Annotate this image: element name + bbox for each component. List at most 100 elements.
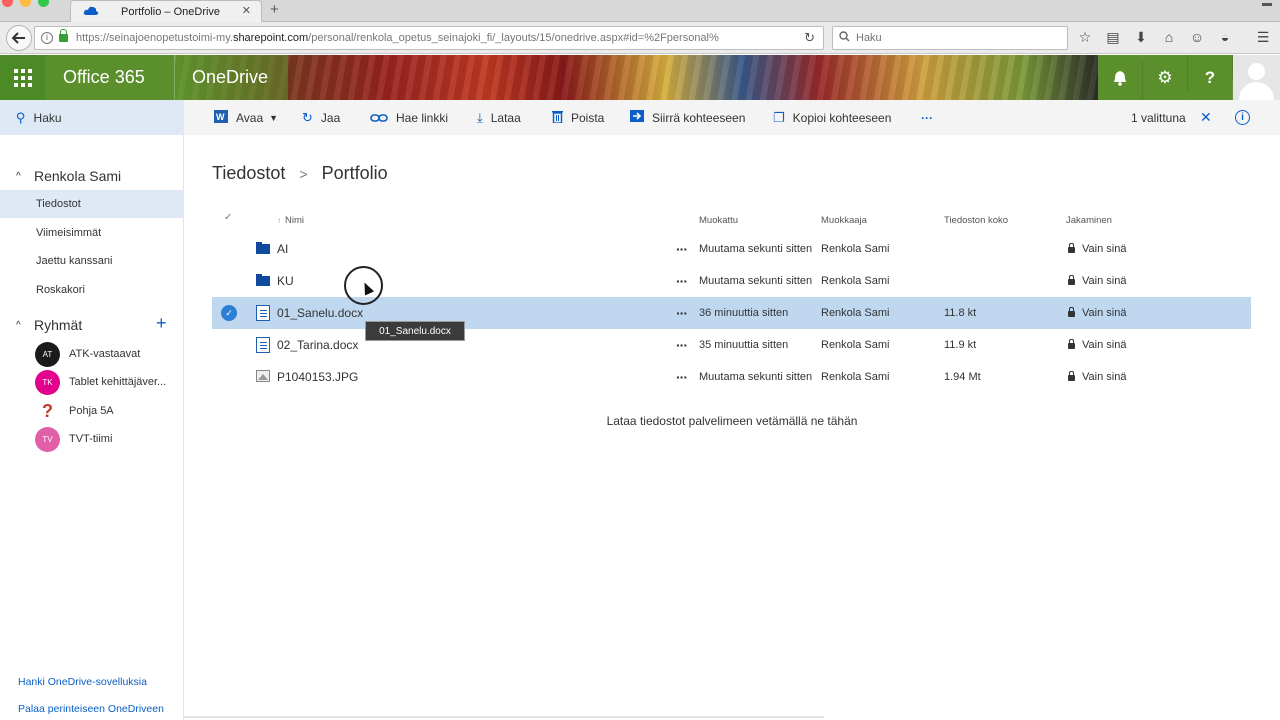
- horizontal-scrollbar[interactable]: [184, 716, 824, 718]
- close-window-button[interactable]: [2, 0, 13, 7]
- column-header-sharing[interactable]: Jakaminen: [1066, 215, 1112, 226]
- window-controls: [2, 0, 49, 7]
- open-button[interactable]: W Avaa ▼: [214, 100, 278, 135]
- file-name[interactable]: P1040153.JPG: [277, 361, 358, 393]
- command-bar: ⚲ Haku W Avaa ▼ ↻ Jaa Hae linkki ⤓ Lataa…: [0, 100, 1280, 135]
- suite-brand[interactable]: Office 365: [45, 55, 175, 100]
- group-item[interactable]: TK Tablet kehittäjäver...: [0, 368, 184, 396]
- tab-close-icon[interactable]: ✕: [242, 4, 251, 17]
- file-modified-by: Renkola Sami: [821, 371, 890, 383]
- browser-search-box[interactable]: [832, 26, 1068, 50]
- more-actions-icon[interactable]: ···: [676, 265, 688, 297]
- download-icon[interactable]: ⬇: [1132, 28, 1150, 46]
- address-bar[interactable]: i https://seinajoenopetustoimi-my.sharep…: [34, 26, 824, 50]
- bookmark-star-icon[interactable]: ☆: [1076, 28, 1094, 46]
- drop-files-hint: Lataa tiedostot palvelimeen vetämällä ne…: [606, 414, 858, 428]
- browser-tab[interactable]: Portfolio – OneDrive ✕: [70, 0, 262, 22]
- new-tab-button[interactable]: +: [270, 1, 279, 18]
- app-name[interactable]: OneDrive: [176, 55, 289, 100]
- file-sharing: Vain sinä: [1068, 329, 1126, 361]
- file-sharing: Vain sinä: [1068, 297, 1126, 329]
- group-item[interactable]: TV TVT-tiimi: [0, 425, 184, 453]
- column-header-modified[interactable]: Muokattu: [699, 215, 738, 226]
- column-header-size[interactable]: Tiedoston koko: [944, 215, 1008, 226]
- reload-icon[interactable]: ↻: [804, 30, 815, 46]
- group-item[interactable]: AT ATK-vastaavat: [0, 340, 184, 368]
- more-commands-button[interactable]: ···: [921, 100, 933, 135]
- info-icon[interactable]: i: [41, 32, 53, 44]
- classic-onedrive-link[interactable]: Palaa perinteiseen OneDriveen: [18, 703, 164, 715]
- group-item[interactable]: ? Pohja 5A: [0, 397, 184, 425]
- breadcrumb-current: Portfolio: [321, 163, 388, 183]
- copy-to-button[interactable]: ❐ Kopioi kohteeseen: [773, 100, 891, 135]
- get-link-button[interactable]: Hae linkki: [370, 100, 448, 135]
- chevron-up-icon: ^: [16, 170, 21, 182]
- maximize-window-button[interactable]: [38, 0, 49, 7]
- url-text[interactable]: https://seinajoenopetustoimi-my.sharepoi…: [76, 32, 776, 44]
- onedrive-cloud-icon: [83, 5, 99, 20]
- details-pane-icon[interactable]: i: [1235, 110, 1250, 125]
- add-group-icon[interactable]: +: [156, 313, 167, 334]
- browser-search-input[interactable]: [856, 32, 1056, 44]
- file-size: 11.8 kt: [944, 307, 977, 319]
- user-avatar[interactable]: [1233, 55, 1280, 100]
- sidebar-item-shared[interactable]: Jaettu kanssani: [0, 247, 184, 275]
- sidebar-item-recycle-bin[interactable]: Roskakori: [0, 276, 184, 304]
- row-checkmark-icon[interactable]: ✓: [221, 305, 237, 321]
- clear-selection-icon[interactable]: ✕: [1200, 100, 1212, 135]
- selected-count: 1 valittuna: [1131, 110, 1186, 125]
- share-button[interactable]: ↻ Jaa: [302, 100, 340, 135]
- settings-gear-icon[interactable]: ⚙: [1143, 55, 1187, 100]
- window-menu-icon[interactable]: ▬: [1262, 0, 1272, 9]
- share-icon: ↻: [302, 109, 313, 125]
- file-name[interactable]: KU: [277, 265, 294, 297]
- left-navigation: ^ Renkola Sami Tiedostot Viimeisimmät Ja…: [0, 135, 184, 720]
- table-row[interactable]: AI ··· Muutama sekunti sitten Renkola Sa…: [212, 233, 1251, 265]
- select-all-checkmark-icon[interactable]: ✓: [224, 212, 232, 223]
- menu-icon[interactable]: ☰: [1254, 28, 1272, 46]
- onedrive-search[interactable]: ⚲ Haku: [0, 100, 184, 135]
- more-actions-icon[interactable]: ···: [676, 233, 688, 265]
- file-name[interactable]: AI: [277, 233, 288, 265]
- app-launcher-icon[interactable]: [0, 55, 45, 100]
- lock-icon: [59, 29, 68, 42]
- file-modified: 35 minuuttia sitten: [699, 339, 789, 351]
- move-to-button[interactable]: Siirrä kohteeseen: [630, 100, 745, 135]
- back-button[interactable]: [6, 25, 32, 51]
- file-modified: Muutama sekunti sitten: [699, 371, 813, 383]
- more-actions-icon[interactable]: ···: [676, 329, 688, 361]
- delete-button[interactable]: Poista: [552, 100, 604, 135]
- link-icon: [370, 110, 388, 125]
- reading-list-icon[interactable]: ▤: [1104, 28, 1122, 46]
- table-row[interactable]: P1040153.JPG ··· Muutama sekunti sitten …: [212, 361, 1251, 393]
- sidebar-item-recent[interactable]: Viimeisimmät: [0, 219, 184, 247]
- sidebar-item-files[interactable]: Tiedostot: [0, 190, 184, 218]
- word-icon: W: [214, 109, 228, 126]
- column-header-modified-by[interactable]: Muokkaaja: [821, 215, 867, 226]
- column-header-name[interactable]: ↑ Nimi: [277, 215, 304, 226]
- file-name[interactable]: 02_Tarina.docx: [277, 329, 358, 361]
- file-name[interactable]: 01_Sanelu.docx: [277, 297, 363, 329]
- group-avatar-image: ?: [35, 398, 60, 424]
- word-document-icon: [256, 305, 270, 321]
- notifications-bell-icon[interactable]: [1098, 55, 1142, 100]
- breadcrumb-root[interactable]: Tiedostot: [212, 163, 285, 184]
- chat-icon[interactable]: ☺: [1188, 28, 1206, 46]
- word-document-icon: [256, 337, 270, 353]
- get-apps-link[interactable]: Hanki OneDrive-sovelluksia: [18, 676, 147, 688]
- chevron-up-icon: ^: [16, 319, 21, 331]
- user-section-header[interactable]: ^ Renkola Sami: [0, 162, 184, 190]
- help-icon[interactable]: ?: [1188, 55, 1232, 100]
- trash-icon: [552, 110, 563, 126]
- home-icon[interactable]: ⌂: [1160, 28, 1178, 46]
- minimize-window-button[interactable]: [20, 0, 31, 7]
- pocket-icon[interactable]: ◒: [1216, 28, 1234, 46]
- group-avatar: TV: [35, 426, 60, 452]
- download-button[interactable]: ⤓ Lataa: [477, 100, 521, 135]
- more-actions-icon[interactable]: ···: [676, 297, 688, 329]
- more-actions-icon[interactable]: ···: [676, 361, 688, 393]
- group-avatar: TK: [35, 369, 60, 395]
- search-icon: [839, 31, 850, 45]
- file-size: 11.9 kt: [944, 339, 977, 351]
- image-file-icon: [256, 370, 270, 382]
